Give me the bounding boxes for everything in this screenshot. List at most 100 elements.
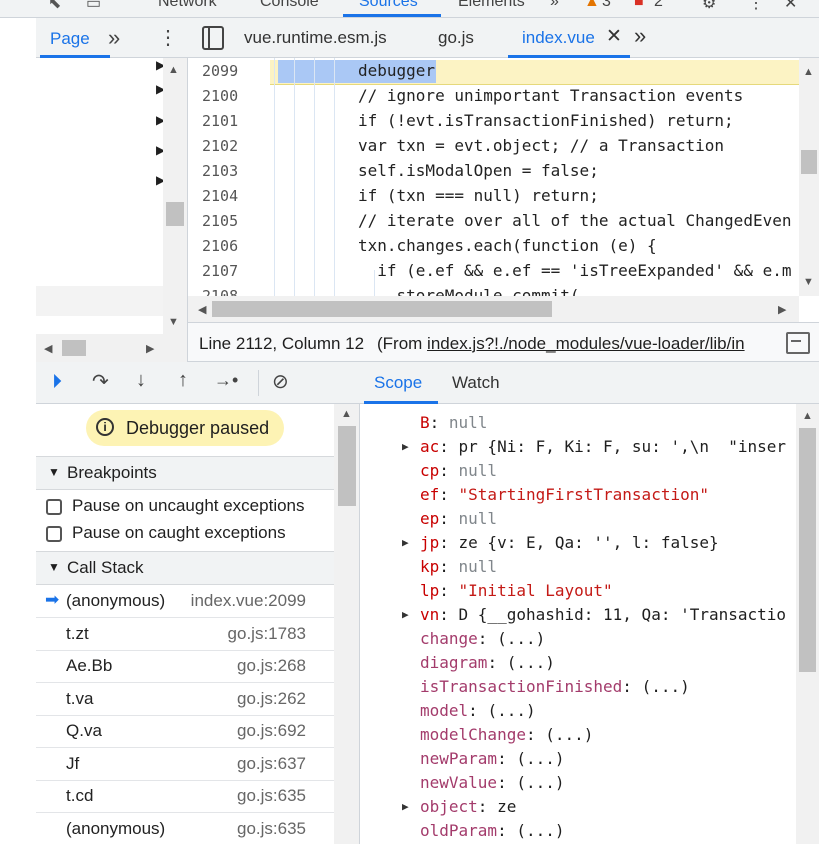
tab-scope[interactable]: Scope [374, 373, 422, 393]
call-frame-row[interactable]: t.cd go.js:635 [36, 780, 334, 813]
frame-location[interactable]: go.js:692 [237, 721, 306, 741]
collapse-triangle-icon[interactable]: ▼ [48, 465, 60, 479]
line-number[interactable]: 2104 [202, 187, 238, 205]
scope-property[interactable]: ep: null [420, 509, 497, 528]
scroll-up-arrow-icon[interactable]: ▲ [803, 66, 814, 78]
pause-caught-checkbox[interactable] [46, 526, 62, 542]
pause-uncaught-checkbox[interactable] [46, 499, 62, 515]
frame-location[interactable]: go.js:637 [237, 754, 306, 774]
scope-getter[interactable]: object: ze [420, 797, 516, 816]
frame-location[interactable]: go.js:1783 [228, 624, 306, 644]
frame-location[interactable]: go.js:268 [237, 656, 306, 676]
deactivate-breakpoints-icon[interactable]: ⊘ [272, 369, 289, 394]
call-frame-row[interactable]: t.zt go.js:1783 [36, 618, 334, 651]
call-frame-row[interactable]: Q.va go.js:692 [36, 715, 334, 748]
more-files-icon[interactable]: » [634, 23, 646, 49]
scope-property[interactable]: cp: null [420, 461, 497, 480]
sidebar-scrollbar[interactable]: ▲ [334, 404, 359, 844]
line-number[interactable]: 2101 [202, 112, 238, 130]
expand-triangle-icon[interactable]: ▶ [402, 800, 409, 813]
scope-getter[interactable]: modelChange: (...) [420, 725, 593, 744]
scroll-down-arrow-icon[interactable]: ▼ [168, 316, 179, 328]
editor-vscrollbar[interactable]: ▲ ▼ [799, 58, 819, 296]
step-over-icon[interactable]: ↷ [92, 369, 109, 394]
scroll-right-arrow-icon[interactable]: ▶ [778, 303, 786, 316]
scrollbar-thumb[interactable] [338, 426, 356, 506]
scope-property[interactable]: lp: "Initial Layout" [420, 581, 613, 600]
scope-getter[interactable]: newParam: (...) [420, 749, 565, 768]
scroll-left-arrow-icon[interactable]: ◀ [198, 303, 206, 316]
tab-watch[interactable]: Watch [452, 373, 500, 393]
scope-scrollbar[interactable]: ▲ [796, 404, 819, 844]
settings-gear-icon[interactable]: ⚙ [702, 0, 716, 13]
call-frame-row[interactable]: Ae.Bb go.js:268 [36, 650, 334, 683]
resume-icon[interactable]: ⏵ [52, 371, 62, 394]
frame-location[interactable]: go.js:262 [237, 689, 306, 709]
inspect-element-icon[interactable]: ⬉ [48, 0, 61, 13]
file-tab[interactable]: go.js [438, 28, 474, 48]
navigator-hscrollbar[interactable]: ◀ ▶ [36, 334, 188, 362]
source-map-link[interactable]: index.js?!./node_modules/vue-loader/lib/… [427, 334, 745, 353]
more-navigators-icon[interactable]: » [108, 25, 120, 51]
hscroll-thumb[interactable] [212, 301, 552, 317]
scope-property[interactable]: vn: D {__gohashid: 11, Qa: 'Transactio [420, 605, 786, 624]
scope-property[interactable]: B: null [420, 413, 487, 432]
call-frame-row[interactable]: t.va go.js:262 [36, 683, 334, 716]
warning-icon[interactable]: ▲ [584, 0, 600, 11]
expand-triangle-icon[interactable]: ▶ [402, 608, 409, 621]
frame-location[interactable]: index.vue:2099 [191, 591, 306, 611]
editor-hscrollbar[interactable]: ◀ ▶ [188, 296, 799, 322]
line-number[interactable]: 2107 [202, 262, 238, 280]
close-tab-icon[interactable]: ✕ [606, 25, 622, 48]
scope-getter[interactable]: model: (...) [420, 701, 536, 720]
file-tree[interactable]: ▶ ▶ ▶ ▶ ▶ ▲ ▼ [36, 58, 188, 334]
tab-elements[interactable]: Elements [458, 0, 525, 11]
scrollbar-thumb[interactable] [801, 150, 817, 174]
scrollbar-thumb[interactable] [166, 202, 184, 226]
device-toolbar-icon[interactable]: ▭ [86, 0, 101, 13]
line-number[interactable]: 2102 [202, 137, 238, 155]
line-number[interactable]: 2108 [202, 287, 238, 296]
line-number[interactable]: 2103 [202, 162, 238, 180]
frame-location[interactable]: go.js:635 [237, 786, 306, 806]
hscroll-thumb[interactable] [62, 340, 86, 356]
error-icon[interactable]: ■ [634, 0, 644, 11]
tab-console[interactable]: Console [260, 0, 319, 11]
code-editor[interactable]: 2099 debugger 2100 // ignore unimportant… [188, 58, 799, 296]
scroll-down-arrow-icon[interactable]: ▼ [803, 276, 814, 288]
toggle-debugger-sidebar-icon[interactable] [786, 332, 810, 354]
line-number[interactable]: 2106 [202, 237, 238, 255]
step-into-icon[interactable]: ↓ [136, 369, 146, 392]
collapse-triangle-icon[interactable]: ▼ [48, 560, 60, 574]
tab-page[interactable]: Page [50, 29, 90, 49]
breakpoints-section-header[interactable]: ▼ Breakpoints [36, 456, 334, 490]
scope-property[interactable]: ac: pr {Ni: F, Ki: F, su: ',\n "inser [420, 437, 786, 456]
scope-property[interactable]: ef: "StartingFirstTransaction" [420, 485, 709, 504]
step-icon[interactable]: →• [214, 370, 238, 391]
scroll-up-arrow-icon[interactable]: ▲ [802, 410, 813, 422]
close-devtools-icon[interactable]: ✕ [784, 0, 797, 13]
scrollbar-thumb[interactable] [799, 428, 816, 672]
scope-getter[interactable]: newValue: (...) [420, 773, 565, 792]
expand-triangle-icon[interactable]: ▶ [402, 536, 409, 549]
tab-network[interactable]: Network [158, 0, 217, 11]
navigator-menu-icon[interactable]: ⋮ [158, 25, 178, 50]
expand-triangle-icon[interactable]: ▶ [402, 440, 409, 453]
frame-location[interactable]: go.js:635 [237, 819, 306, 839]
call-frame-row[interactable]: Jf go.js:637 [36, 748, 334, 781]
scope-property[interactable]: jp: ze {v: E, Qa: '', l: false} [420, 533, 719, 552]
scroll-up-arrow-icon[interactable]: ▲ [341, 408, 352, 420]
kebab-menu-icon[interactable]: ⋮ [748, 0, 764, 13]
selected-tree-row[interactable] [36, 286, 164, 316]
call-frame-row[interactable]: (anonymous) go.js:635 [36, 813, 334, 844]
callstack-section-header[interactable]: ▼ Call Stack [36, 551, 334, 585]
scope-getter[interactable]: change: (...) [420, 629, 545, 648]
file-tab-active[interactable]: index.vue [522, 28, 595, 48]
scroll-up-arrow-icon[interactable]: ▲ [168, 64, 179, 76]
toggle-navigator-icon[interactable] [202, 26, 224, 50]
tab-sources[interactable]: Sources [359, 0, 418, 11]
file-tab[interactable]: vue.runtime.esm.js [244, 28, 387, 48]
navigator-scrollbar[interactable]: ▲ ▼ [163, 58, 187, 334]
line-number[interactable]: 2100 [202, 87, 238, 105]
step-out-icon[interactable]: ↑ [178, 369, 188, 392]
